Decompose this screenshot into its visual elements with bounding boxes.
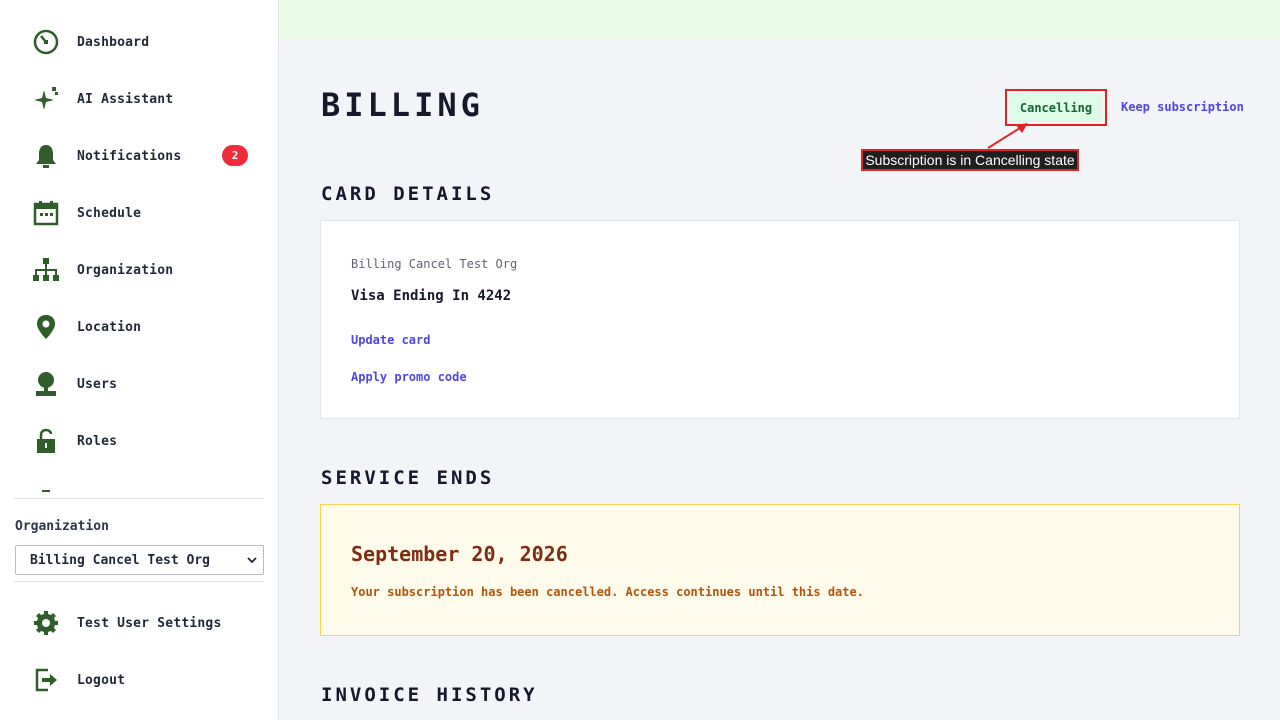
service-ends-heading: SERVICE ENDS — [321, 467, 495, 489]
invoice-history-heading: INVOICE HISTORY — [321, 684, 538, 706]
sidebar-item-label: Location — [77, 319, 142, 335]
location-pin-icon — [30, 311, 62, 343]
gear-icon — [30, 607, 62, 639]
card-org-name: Billing Cancel Test Org — [351, 257, 518, 271]
dashboard-icon — [30, 26, 62, 58]
card-number: Visa Ending In 4242 — [351, 288, 512, 304]
sidebar-item-partial[interactable] — [30, 478, 260, 492]
page-title: BILLING — [321, 86, 484, 124]
sidebar-item-dashboard[interactable]: Dashboard — [30, 22, 260, 62]
sidebar: Dashboard AI Assistant Notifications 2 S… — [0, 0, 279, 720]
organization-select[interactable]: Billing Cancel Test Org — [15, 545, 264, 575]
chevron-down-icon — [247, 557, 257, 564]
sidebar-item-label: Users — [77, 376, 118, 392]
sparkle-icon — [30, 83, 62, 115]
top-banner — [280, 0, 1280, 40]
apply-promo-link[interactable]: Apply promo code — [351, 370, 467, 384]
user-icon — [30, 368, 62, 400]
org-chart-icon — [30, 254, 62, 286]
logout-label: Logout — [77, 672, 126, 688]
sidebar-item-location[interactable]: Location — [30, 307, 260, 347]
annotation-label: Subscription is in Cancelling state — [861, 149, 1079, 171]
service-end-date: September 20, 2026 — [351, 542, 568, 566]
sidebar-item-ai-assistant[interactable]: AI Assistant — [30, 79, 260, 119]
briefcase-icon — [30, 482, 62, 492]
sidebar-item-organization[interactable]: Organization — [30, 250, 260, 290]
notification-count-badge: 2 — [222, 145, 248, 166]
keep-subscription-link[interactable]: Keep subscription — [1121, 100, 1244, 114]
settings-label: Test User Settings — [77, 615, 222, 631]
service-end-note: Your subscription has been cancelled. Ac… — [351, 585, 864, 599]
logout-link[interactable]: Logout — [30, 660, 260, 700]
card-details-heading: CARD DETAILS — [321, 183, 495, 205]
sidebar-item-notifications[interactable]: Notifications 2 — [30, 136, 260, 176]
sidebar-item-label: Organization — [77, 262, 174, 278]
sidebar-item-label: AI Assistant — [77, 91, 174, 107]
annotation-arrow-icon — [987, 123, 1028, 149]
sidebar-divider — [14, 498, 264, 499]
sidebar-item-label: Dashboard — [77, 34, 150, 50]
bell-icon — [30, 140, 62, 172]
service-ends-panel: September 20, 2026 Your subscription has… — [320, 504, 1240, 636]
organization-select-value: Billing Cancel Test Org — [30, 552, 211, 568]
sidebar-item-users[interactable]: Users — [30, 364, 260, 404]
sidebar-item-label: Notifications — [77, 148, 182, 164]
sidebar-item-label: Schedule — [77, 205, 142, 221]
settings-link[interactable]: Test User Settings — [30, 603, 260, 643]
card-details-panel: Billing Cancel Test Org Visa Ending In 4… — [320, 220, 1240, 419]
sidebar-item-schedule[interactable]: Schedule — [30, 193, 260, 233]
sidebar-divider — [14, 581, 264, 582]
logout-icon — [30, 664, 62, 696]
status-badge: Cancelling — [1010, 93, 1102, 122]
organization-label: Organization — [15, 519, 109, 534]
sidebar-item-label: Roles — [77, 433, 118, 449]
calendar-icon — [30, 197, 62, 229]
update-card-link[interactable]: Update card — [351, 333, 430, 347]
sidebar-nav: Dashboard AI Assistant Notifications 2 S… — [0, 0, 279, 492]
lock-icon — [30, 425, 62, 457]
sidebar-item-roles[interactable]: Roles — [30, 421, 260, 461]
